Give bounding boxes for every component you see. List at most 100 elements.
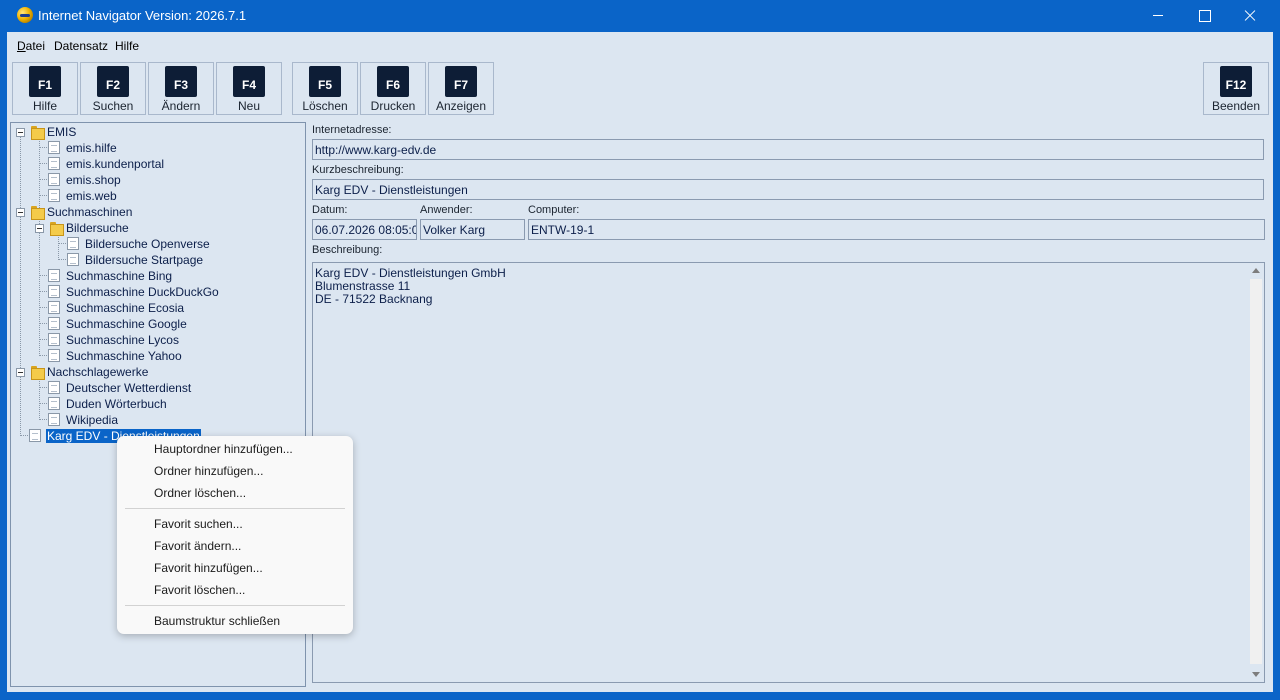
ctx-favorit-aendern[interactable]: Favorit ändern... <box>154 539 241 553</box>
tree-node-bildersuche-openverse[interactable]: Bildersuche Openverse <box>85 237 210 251</box>
ctx-favorit-loeschen[interactable]: Favorit löschen... <box>154 583 245 597</box>
description-line: Blumenstrasse 11 <box>315 279 411 293</box>
suchmaschinen-collapse-toggle[interactable] <box>16 208 25 217</box>
duckduckgo-page-icon <box>48 285 60 298</box>
f7-anzeigen-button[interactable]: F7 Anzeigen <box>428 62 494 115</box>
user-label: Anwender: <box>420 204 473 216</box>
maximize-button[interactable] <box>1181 0 1227 32</box>
menu-datei[interactable]: Datei <box>17 39 45 53</box>
menu-hilfe[interactable]: Hilfe <box>115 39 139 53</box>
ctx-favorit-hinzufuegen[interactable]: Favorit hinzufügen... <box>154 561 263 575</box>
ctx-ordner-loeschen[interactable]: Ordner löschen... <box>154 486 246 500</box>
nachschlagewerke-folder-icon <box>29 366 45 380</box>
date-field[interactable]: 06.07.2026 08:05:00 <box>312 219 417 240</box>
tree-node-suchmaschine-yahoo[interactable]: Suchmaschine Yahoo <box>66 349 182 363</box>
scrollbar-track[interactable] <box>1250 279 1262 664</box>
tree-node-emis-hilfe[interactable]: emis.hilfe <box>66 141 117 155</box>
f12-beenden-button[interactable]: F12 Beenden <box>1203 62 1269 115</box>
bildersuche-collapse-toggle[interactable] <box>35 224 44 233</box>
emis-shop-page-icon <box>48 173 60 186</box>
bildersuche-folder-icon <box>48 222 64 236</box>
ctx-baumstruktur-schliessen[interactable]: Baumstruktur schließen <box>154 614 280 628</box>
f7-key-icon: F7 <box>445 66 477 97</box>
f6-drucken-button[interactable]: F6 Drucken <box>360 62 426 115</box>
app-globe-icon <box>17 7 33 23</box>
menu-bar: Datei Datensatz Hilfe <box>7 32 1273 58</box>
bing-page-icon <box>48 269 60 282</box>
f4-neu-button[interactable]: F4 Neu <box>216 62 282 115</box>
description-label: Beschreibung: <box>312 244 383 256</box>
tree-node-emis-web[interactable]: emis.web <box>66 189 117 203</box>
karg-edv-page-icon <box>29 429 41 442</box>
f2-label: Suchen <box>92 99 134 113</box>
duden-page-icon <box>48 397 60 410</box>
scroll-down-arrow-icon[interactable] <box>1252 672 1260 677</box>
suchmaschinen-folder-icon <box>29 206 45 220</box>
wikipedia-page-icon <box>48 413 60 426</box>
tree-node-suchmaschine-google[interactable]: Suchmaschine Google <box>66 317 187 331</box>
tree-guide-nachschlagewerke <box>39 377 40 418</box>
f12-label: Beenden <box>1211 99 1261 113</box>
f3-aendern-button[interactable]: F3 Ändern <box>148 62 214 115</box>
nachschlagewerke-collapse-toggle[interactable] <box>16 368 25 377</box>
tree-node-deutscher-wetterdienst[interactable]: Deutscher Wetterdienst <box>66 381 191 395</box>
ctx-hauptordner-hinzufuegen[interactable]: Hauptordner hinzufügen... <box>154 442 293 456</box>
lycos-page-icon <box>48 333 60 346</box>
short-description-label: Kurzbeschreibung: <box>312 164 404 176</box>
ctx-separator <box>125 605 345 606</box>
f1-label: Hilfe <box>32 99 57 113</box>
close-button[interactable] <box>1227 0 1273 32</box>
tree-node-nachschlagewerke[interactable]: Nachschlagewerke <box>47 365 148 379</box>
f4-key-icon: F4 <box>233 66 265 97</box>
f2-suchen-button[interactable]: F2 Suchen <box>80 62 146 115</box>
f5-loeschen-button[interactable]: F5 Löschen <box>292 62 358 115</box>
tree-node-suchmaschine-bing[interactable]: Suchmaschine Bing <box>66 269 172 283</box>
startpage-page-icon <box>67 253 79 266</box>
tree-node-suchmaschine-duckduckgo[interactable]: Suchmaschine DuckDuckGo <box>66 285 219 299</box>
description-textarea[interactable]: Karg EDV - Dienstleistungen GmbH Blumens… <box>312 262 1265 683</box>
yahoo-page-icon <box>48 349 60 362</box>
emis-collapse-toggle[interactable] <box>16 128 25 137</box>
short-description-field[interactable]: Karg EDV - Dienstleistungen <box>312 179 1264 200</box>
description-scrollbar[interactable] <box>1247 263 1264 682</box>
menu-datensatz[interactable]: Datensatz <box>54 39 108 53</box>
tree-node-wikipedia[interactable]: Wikipedia <box>66 413 118 427</box>
ecosia-page-icon <box>48 301 60 314</box>
tree-guide-suchmaschinen <box>39 217 40 354</box>
tree-node-emis[interactable]: EMIS <box>47 125 76 139</box>
tree-node-bildersuche-startpage[interactable]: Bildersuche Startpage <box>85 253 203 267</box>
tree-node-bildersuche[interactable]: Bildersuche <box>66 221 129 235</box>
emis-kundenportal-page-icon <box>48 157 60 170</box>
f6-key-icon: F6 <box>377 66 409 97</box>
google-page-icon <box>48 317 60 330</box>
f5-key-icon: F5 <box>309 66 341 97</box>
tree-node-suchmaschinen[interactable]: Suchmaschinen <box>47 205 132 219</box>
tree-node-emis-shop[interactable]: emis.shop <box>66 173 121 187</box>
date-label: Datum: <box>312 204 348 216</box>
f1-hilfe-button[interactable]: F1 Hilfe <box>12 62 78 115</box>
f3-label: Ändern <box>161 99 201 113</box>
url-field[interactable]: http://www.karg-edv.de <box>312 139 1264 160</box>
emis-hilfe-page-icon <box>48 141 60 154</box>
title-bar: Internet Navigator Version: 2026.7.1 <box>0 0 1280 32</box>
f1-key-icon: F1 <box>29 66 61 97</box>
tree-node-suchmaschine-ecosia[interactable]: Suchmaschine Ecosia <box>66 301 184 315</box>
scroll-up-arrow-icon[interactable] <box>1252 268 1260 273</box>
ctx-ordner-hinzufuegen[interactable]: Ordner hinzufügen... <box>154 464 263 478</box>
f2-key-icon: F2 <box>97 66 129 97</box>
user-field[interactable]: Volker Karg <box>420 219 525 240</box>
f6-label: Drucken <box>370 99 416 113</box>
minimize-button[interactable] <box>1135 0 1181 32</box>
computer-field[interactable]: ENTW-19-1 <box>528 219 1265 240</box>
tree-node-emis-kundenportal[interactable]: emis.kundenportal <box>66 157 164 171</box>
tree-guide-bildersuche <box>58 233 59 258</box>
f12-key-icon: F12 <box>1220 66 1252 97</box>
wetterdienst-page-icon <box>48 381 60 394</box>
ctx-favorit-suchen[interactable]: Favorit suchen... <box>154 517 243 531</box>
tree-node-suchmaschine-lycos[interactable]: Suchmaschine Lycos <box>66 333 179 347</box>
ctx-separator <box>125 508 345 509</box>
tree-node-duden-woerterbuch[interactable]: Duden Wörterbuch <box>66 397 167 411</box>
tree-guide-root <box>20 137 21 434</box>
menu-datei-mnemonic: D <box>17 39 26 53</box>
description-line: Karg EDV - Dienstleistungen GmbH <box>315 266 506 280</box>
